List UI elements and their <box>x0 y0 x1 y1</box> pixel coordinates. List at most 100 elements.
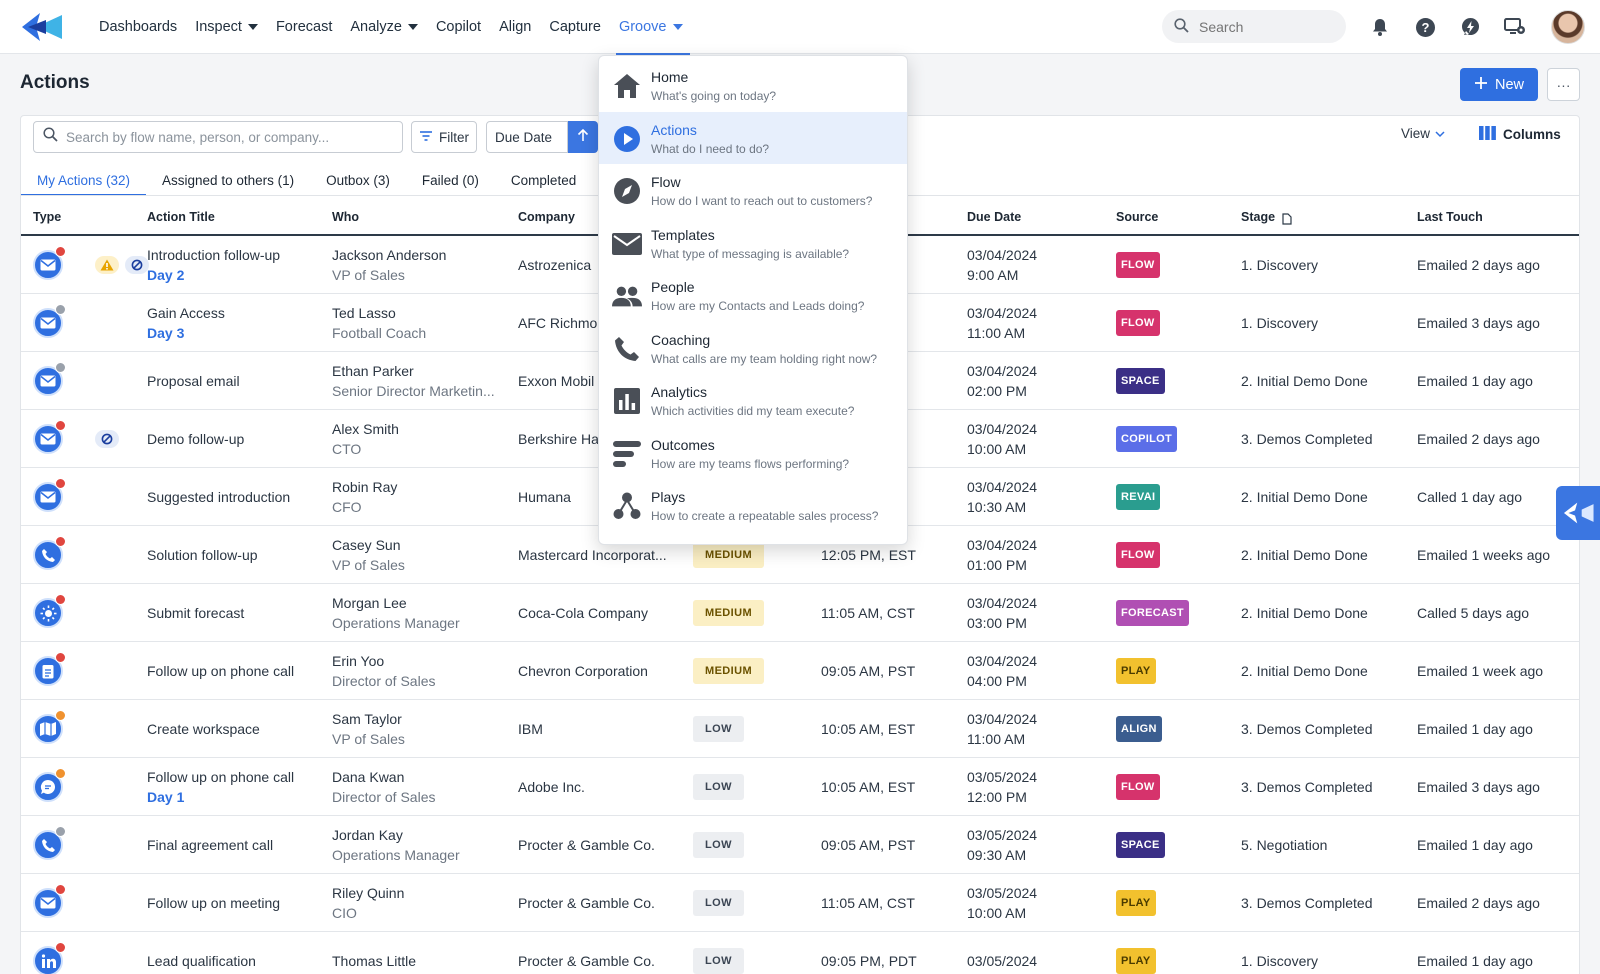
company-name[interactable]: Coca-Cola Company <box>518 603 688 623</box>
action-title[interactable]: Solution follow-up <box>147 545 258 565</box>
action-title[interactable]: Follow up on phone call <box>147 661 294 681</box>
table-row[interactable]: Follow up on phone call Erin Yoo Director … <box>21 642 1579 700</box>
menu-item-coaching[interactable]: Coaching What calls are my team holding r… <box>599 322 907 374</box>
company-name[interactable]: Mastercard Incorporat... <box>518 545 688 565</box>
menu-item-subtitle: What do I need to do? <box>651 141 770 156</box>
action-title[interactable]: Submit forecast <box>147 603 244 623</box>
table-row[interactable]: Lead qualification Thomas Little Procter &… <box>21 932 1579 974</box>
company-name[interactable]: Procter & Gamble Co. <box>518 835 688 855</box>
contact-name[interactable]: Ethan Parker <box>332 361 495 381</box>
contact-name[interactable]: Thomas Little <box>332 951 416 971</box>
source-badge: FLOW <box>1116 773 1160 800</box>
action-title[interactable]: Follow up on phone call <box>147 767 294 787</box>
action-title[interactable]: Create workspace <box>147 719 260 739</box>
nav-item-inspect[interactable]: Inspect <box>186 0 267 54</box>
table-row[interactable]: Submit forecast Morgan Lee Operations Mana… <box>21 584 1579 642</box>
nav-item-capture[interactable]: Capture <box>540 0 610 54</box>
action-title[interactable]: Final agreement call <box>147 835 273 855</box>
groove-launcher-button[interactable] <box>1556 486 1600 540</box>
menu-item-analytics[interactable]: Analytics Which activities did my team ex… <box>599 374 907 426</box>
tab-0[interactable]: My Actions (32) <box>21 164 147 196</box>
contact-name[interactable]: Alex Smith <box>332 419 399 439</box>
groove-logo[interactable] <box>18 10 64 44</box>
action-title[interactable]: Demo follow-up <box>147 429 244 449</box>
menu-item-outcomes[interactable]: Outcomes How are my teams flows performin… <box>599 427 907 479</box>
menu-item-actions[interactable]: Actions What do I need to do? <box>599 111 907 164</box>
company-name[interactable]: Chevron Corporation <box>518 661 688 681</box>
contact-name[interactable]: Jordan Kay <box>332 825 460 845</box>
contact-name[interactable]: Dana Kwan <box>332 767 435 787</box>
column-header-3[interactable]: Company <box>518 200 575 234</box>
menu-item-plays[interactable]: Plays How to create a repeatable sales pr… <box>599 479 907 531</box>
company-name[interactable]: Procter & Gamble Co. <box>518 893 688 913</box>
table-row[interactable]: Final agreement call Jordan Kay Operations… <box>21 816 1579 874</box>
column-header-8[interactable]: Stage <box>1241 200 1275 234</box>
contact-name[interactable]: Erin Yoo <box>332 651 435 671</box>
settings-display-icon[interactable] <box>1503 15 1527 39</box>
actions-search-input[interactable] <box>66 129 396 145</box>
stage: 1. Discovery <box>1241 314 1319 331</box>
company-name[interactable]: Procter & Gamble Co. <box>518 951 688 971</box>
contact-name[interactable]: Riley Quinn <box>332 883 404 903</box>
local-time-cell: 11:05 AM, CST <box>821 874 915 931</box>
nav-item-groove[interactable]: Groove <box>610 0 692 55</box>
table-row[interactable]: Follow up on phone call Day 1 Dana Kwan Dir… <box>21 758 1579 816</box>
sort-field-select[interactable]: Due Date <box>486 121 568 153</box>
action-title[interactable]: Lead qualification <box>147 951 256 971</box>
view-dropdown[interactable]: View <box>1401 126 1445 141</box>
tab-4[interactable]: Completed <box>495 164 592 196</box>
action-title[interactable]: Gain Access <box>147 303 225 323</box>
global-search[interactable] <box>1162 10 1346 43</box>
tab-1[interactable]: Assigned to others (1) <box>146 164 310 196</box>
contact-name[interactable]: Casey Sun <box>332 535 405 555</box>
company-name[interactable]: Adobe Inc. <box>518 777 688 797</box>
action-title[interactable]: Introduction follow-up <box>147 245 280 265</box>
nav-item-copilot[interactable]: Copilot <box>427 0 490 54</box>
contact-name[interactable]: Ted Lasso <box>332 303 426 323</box>
new-button-label: New <box>1494 76 1524 93</box>
column-header-9[interactable]: Last Touch <box>1417 200 1483 234</box>
action-title[interactable]: Follow up on meeting <box>147 893 280 913</box>
filter-button[interactable]: Filter <box>411 121 477 153</box>
company-cell: Procter & Gamble Co. <box>518 816 688 873</box>
contact-name[interactable]: Sam Taylor <box>332 709 405 729</box>
nav-item-dashboards[interactable]: Dashboards <box>90 0 186 54</box>
column-header-2[interactable]: Who <box>332 200 359 234</box>
menu-item-flow[interactable]: Flow How do I want to reach out to custom… <box>599 164 907 216</box>
more-options-button[interactable]: ··· <box>1547 68 1580 101</box>
svg-text:?: ? <box>1421 20 1429 35</box>
user-avatar[interactable] <box>1551 10 1585 44</box>
action-title[interactable]: Suggested introduction <box>147 487 290 507</box>
column-header-6[interactable]: Due Date <box>967 200 1021 234</box>
global-search-input[interactable] <box>1199 18 1329 35</box>
nav-item-analyze[interactable]: Analyze <box>341 0 427 54</box>
contact-name[interactable]: Morgan Lee <box>332 593 460 613</box>
sort-direction-button[interactable] <box>568 121 598 153</box>
actions-search[interactable] <box>33 121 403 153</box>
tab-3[interactable]: Failed (0) <box>406 164 495 196</box>
column-header-0[interactable]: Type <box>33 200 61 234</box>
nav-item-align[interactable]: Align <box>490 0 540 54</box>
new-action-button[interactable]: New <box>1460 68 1538 101</box>
status-dot <box>55 826 66 837</box>
menu-item-templates[interactable]: Templates What type of messaging is avail… <box>599 217 907 269</box>
due-date: 03/04/2024 <box>967 594 1038 611</box>
action-title[interactable]: Proposal email <box>147 371 240 391</box>
bell-icon[interactable] <box>1368 15 1392 39</box>
menu-item-home[interactable]: Home What's going on today? <box>599 59 907 111</box>
nav-item-forecast[interactable]: Forecast <box>267 0 341 54</box>
menu-item-people[interactable]: People How are my Contacts and Leads doin… <box>599 269 907 321</box>
column-header-1[interactable]: Action Title <box>147 200 215 234</box>
priority-cell: LOW <box>693 758 744 815</box>
column-header-7[interactable]: Source <box>1116 200 1158 234</box>
table-row[interactable]: Create workspace Sam Taylor VP of Sales IBM… <box>21 700 1579 758</box>
help-icon[interactable]: ? <box>1413 15 1437 39</box>
due-time: 10:00 AM <box>967 904 1027 921</box>
tab-2[interactable]: Outbox (3) <box>310 164 406 196</box>
contact-name[interactable]: Robin Ray <box>332 477 397 497</box>
company-name[interactable]: IBM <box>518 719 688 739</box>
contact-name[interactable]: Jackson Anderson <box>332 245 446 265</box>
table-row[interactable]: Follow up on meeting Riley Quinn CIO Procte… <box>21 874 1579 932</box>
whats-new-icon[interactable] <box>1458 15 1482 39</box>
columns-button[interactable]: Columns <box>1479 126 1561 143</box>
